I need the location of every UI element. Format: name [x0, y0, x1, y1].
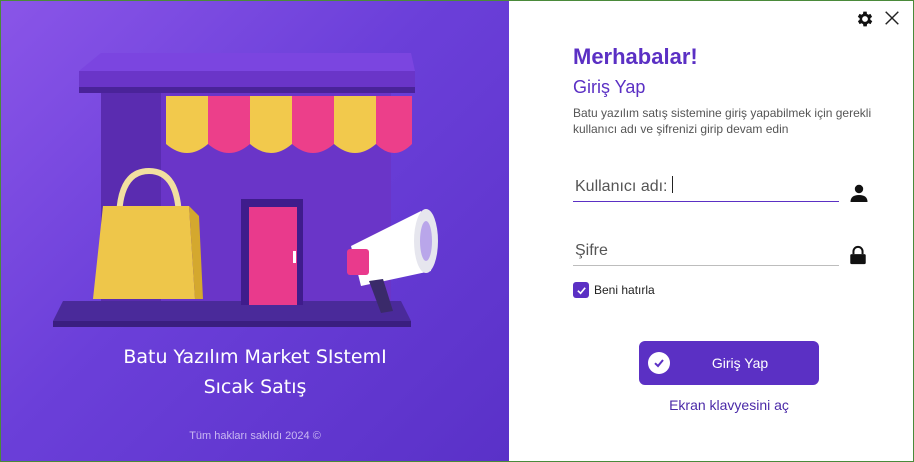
- checkbox-checked-icon[interactable]: [573, 282, 589, 298]
- password-input[interactable]: [573, 236, 839, 266]
- login-subtitle: Giriş Yap: [573, 77, 646, 97]
- gear-icon[interactable]: [855, 9, 877, 31]
- copyright-text: Tüm hakları saklıdı 2024 ©: [189, 430, 321, 442]
- check-circle-icon: [648, 352, 670, 374]
- username-input[interactable]: [573, 172, 839, 202]
- close-icon[interactable]: [883, 9, 905, 31]
- brand-subtitle: Sıcak Satış: [203, 376, 307, 398]
- onscreen-keyboard-link[interactable]: Ekran klavyesini aç: [619, 397, 839, 413]
- welcome-heading: Merhabalar!: [573, 44, 698, 69]
- login-window: Batu Yazılım Market SIstemI Sıcak Satış …: [1, 1, 913, 461]
- brand-title: Batu Yazılım Market SIstemI: [123, 346, 387, 368]
- text-caret: [672, 176, 673, 193]
- login-panel: Merhabalar! Giriş Yap Batu yazılım satış…: [509, 1, 913, 461]
- login-description: Batu yazılım satış sistemine giriş yapab…: [573, 106, 872, 136]
- remember-me-label: Beni hatırla: [594, 283, 655, 297]
- user-icon: [850, 184, 868, 202]
- store-illustration: [53, 53, 438, 327]
- remember-me-checkbox[interactable]: Beni hatırla: [573, 282, 655, 298]
- login-button[interactable]: Giriş Yap: [639, 341, 819, 385]
- lock-icon: [850, 245, 866, 265]
- brand-panel: Batu Yazılım Market SIstemI Sıcak Satış …: [1, 1, 509, 461]
